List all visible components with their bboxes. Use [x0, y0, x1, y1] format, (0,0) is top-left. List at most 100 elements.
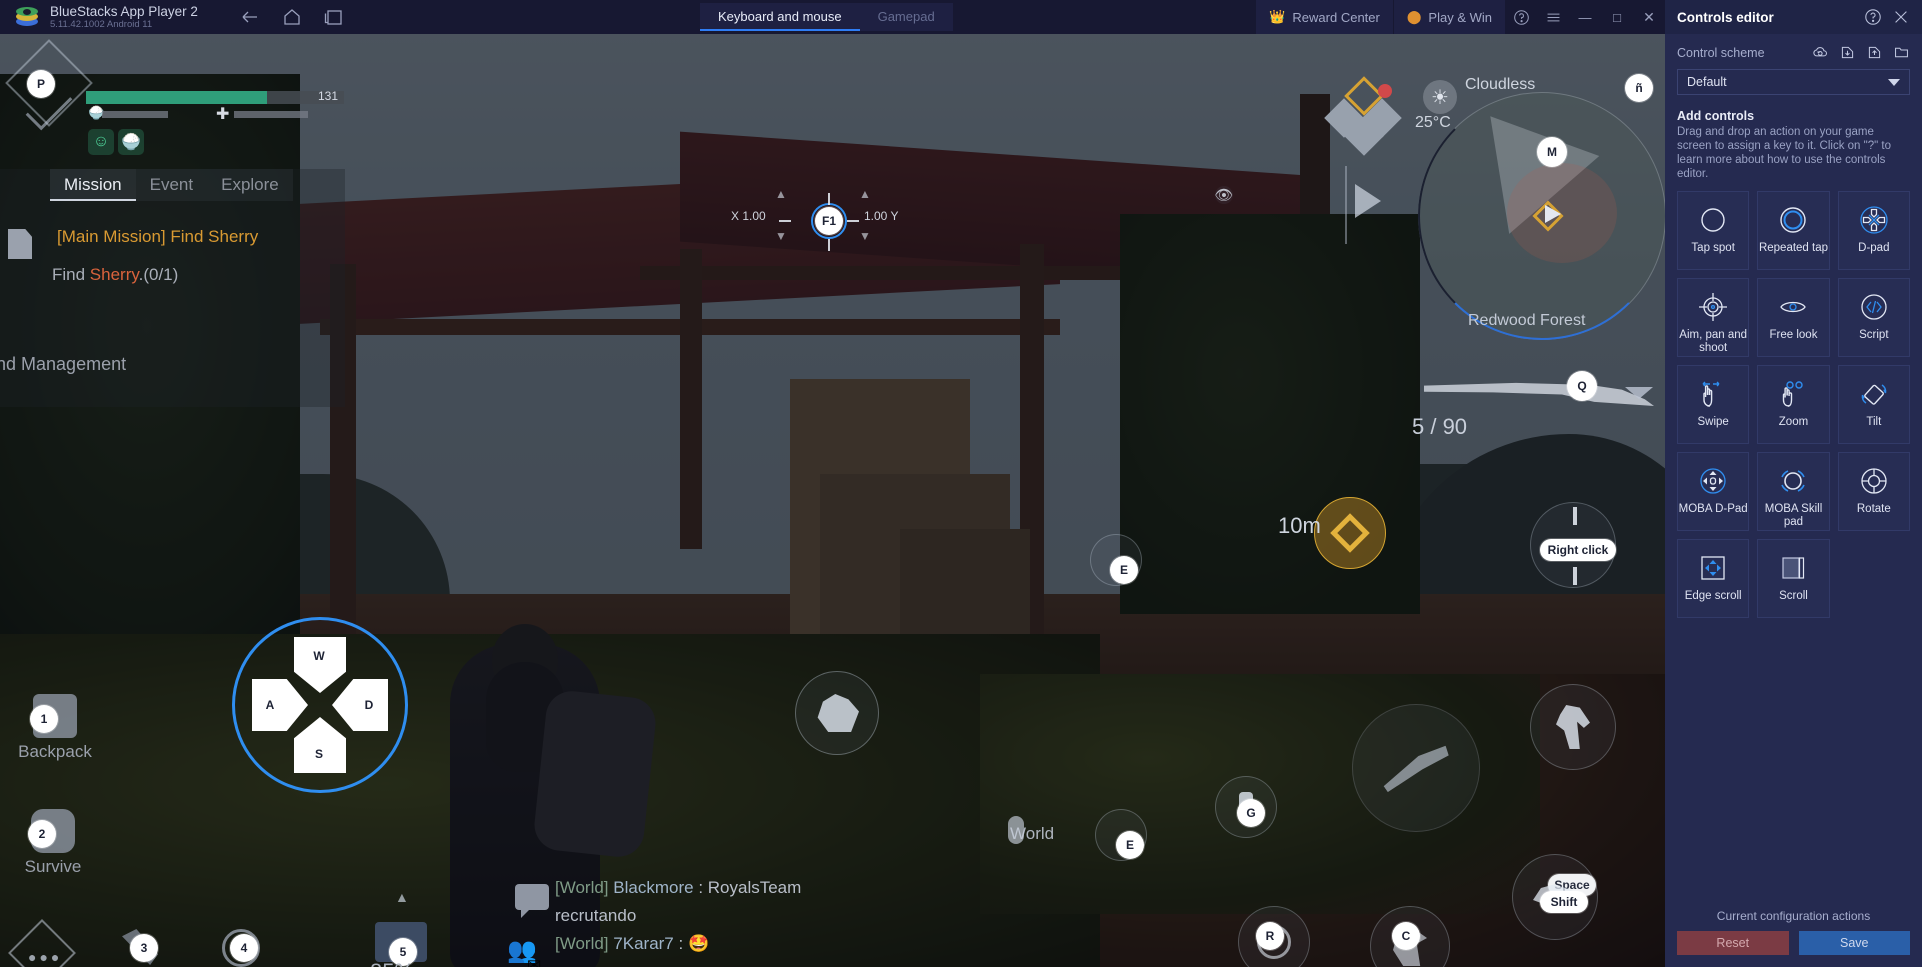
- control-edge-scroll[interactable]: Edge scroll: [1677, 539, 1750, 618]
- key-item-3[interactable]: 3: [130, 934, 158, 962]
- save-button[interactable]: Save: [1798, 931, 1910, 955]
- tab-keyboard-and-mouse[interactable]: Keyboard and mouse: [700, 3, 860, 31]
- aim-axis-widget[interactable]: F1 X 1.00 1.00 Y ▲ ▼ ▲ ▼: [731, 187, 907, 251]
- chevron-up-icon[interactable]: ▲: [775, 187, 787, 201]
- add-controls-title: Add controls: [1677, 109, 1755, 123]
- app-title: BlueStacks App Player 2: [50, 3, 198, 19]
- control-free-look[interactable]: Free look: [1757, 278, 1830, 357]
- key-f1[interactable]: F1: [815, 207, 843, 235]
- weapon-silhouette-icon: [1424, 382, 1654, 406]
- microphone-icon[interactable]: [1008, 816, 1024, 844]
- key-a[interactable]: A: [257, 692, 283, 718]
- control-scroll[interactable]: Scroll: [1757, 539, 1830, 618]
- rotate-icon: [1857, 464, 1891, 498]
- question-circle-icon[interactable]: [1505, 0, 1537, 34]
- key-reload[interactable]: R: [1256, 922, 1284, 950]
- d-pad-icon: [1857, 203, 1891, 237]
- title-bar: BlueStacks App Player 2 5.11.42.1002 And…: [0, 0, 1665, 34]
- region-label: Redwood Forest: [1468, 312, 1586, 329]
- minimize-button[interactable]: —: [1569, 0, 1601, 34]
- distance-label: 10m: [1278, 513, 1321, 538]
- control-swipe[interactable]: Swipe: [1677, 365, 1750, 444]
- sun-icon: ☀: [1423, 80, 1457, 114]
- control-zoom[interactable]: Zoom: [1757, 365, 1830, 444]
- key-weapon-switch[interactable]: Q: [1567, 371, 1597, 401]
- hamburger-menu-icon[interactable]: [1537, 0, 1569, 34]
- control-aim-pan-shoot[interactable]: Aim, pan and shoot: [1677, 278, 1750, 357]
- export-icon[interactable]: [1866, 44, 1883, 61]
- key-s[interactable]: S: [306, 741, 332, 767]
- folder-icon[interactable]: [1893, 44, 1910, 61]
- input-mode-tabs: Keyboard and mouse Gamepad: [700, 3, 953, 31]
- chevron-down-icon[interactable]: ▼: [775, 229, 787, 243]
- control-label: Free look: [1769, 329, 1818, 341]
- crown-icon: 👑: [1269, 9, 1286, 24]
- control-tap-spot[interactable]: Tap spot: [1677, 191, 1750, 270]
- control-repeated-tap[interactable]: Repeated tap: [1757, 191, 1830, 270]
- control-label: Repeated tap: [1758, 242, 1829, 254]
- weapon-dropdown-icon[interactable]: [1625, 387, 1653, 399]
- collapse-chevron-icon[interactable]: ▲: [395, 889, 409, 905]
- home-icon[interactable]: [282, 7, 302, 27]
- waypoint-marker[interactable]: [1314, 497, 1386, 569]
- tab-gamepad[interactable]: Gamepad: [860, 3, 953, 31]
- control-label: Script: [1859, 329, 1889, 341]
- close-icon[interactable]: [1892, 8, 1910, 26]
- key-map[interactable]: M: [1537, 137, 1567, 167]
- fire-button[interactable]: [795, 671, 879, 755]
- game-viewport[interactable]: P 131 🍚 ✚ ☺ 🍚 Mission Event Explore [Mai…: [0, 34, 1665, 967]
- key-w[interactable]: W: [306, 643, 332, 669]
- chat-bubble-icon[interactable]: [515, 884, 549, 918]
- item-survive-label: Survive: [24, 857, 82, 876]
- jump-button[interactable]: [1530, 684, 1616, 770]
- chat-overlay[interactable]: 👥 ✉ [World] Blackmore : RoyalsTeam recru…: [507, 874, 1075, 967]
- moba-skillpad-icon: [1776, 464, 1810, 498]
- key-inventory[interactable]: ñ: [1625, 74, 1653, 102]
- control-script[interactable]: Script: [1837, 278, 1910, 357]
- control-moba-dpad[interactable]: MOBA D-Pad: [1677, 452, 1750, 531]
- import-icon[interactable]: [1839, 44, 1856, 61]
- tab-event[interactable]: Event: [135, 169, 208, 201]
- key-grenade[interactable]: G: [1237, 799, 1265, 827]
- key-e-1[interactable]: E: [1110, 556, 1138, 584]
- wasd-dpad[interactable]: W S A D: [232, 617, 408, 793]
- key-right-click[interactable]: Right click: [1540, 539, 1616, 561]
- maximize-button[interactable]: □: [1601, 0, 1633, 34]
- key-item-2[interactable]: 2: [28, 820, 56, 848]
- health-bar: 131: [86, 89, 344, 104]
- control-tilt[interactable]: Tilt: [1837, 365, 1910, 444]
- cloud-sync-icon[interactable]: [1812, 44, 1829, 61]
- reset-button[interactable]: Reset: [1677, 931, 1789, 955]
- control-moba-skillpad[interactable]: MOBA Skill pad: [1757, 452, 1830, 531]
- key-player-menu[interactable]: P: [27, 70, 55, 98]
- key-item-1[interactable]: 1: [30, 705, 58, 733]
- chevron-down-icon-y[interactable]: ▼: [859, 229, 871, 243]
- tab-explore[interactable]: Explore: [207, 169, 293, 201]
- tab-mission[interactable]: Mission: [50, 169, 136, 201]
- key-d[interactable]: D: [356, 692, 382, 718]
- key-e-2[interactable]: E: [1116, 831, 1144, 859]
- close-button[interactable]: ✕: [1633, 0, 1665, 34]
- temperature-label: 25°C: [1415, 114, 1451, 131]
- tap-spot-icon: [1696, 203, 1730, 237]
- control-label: D-pad: [1858, 242, 1890, 254]
- expand-arrow-icon[interactable]: [1355, 184, 1381, 218]
- reward-center-button[interactable]: 👑 Reward Center: [1256, 0, 1393, 34]
- control-label: MOBA D-Pad: [1678, 503, 1748, 515]
- item-survive[interactable]: Survive: [8, 809, 98, 877]
- play-and-win-button[interactable]: ⬤ Play & Win: [1393, 0, 1505, 34]
- controls-grid: Tap spot Repeated tap D-pad Aim, pan and…: [1665, 181, 1922, 618]
- back-icon[interactable]: [240, 7, 260, 27]
- control-d-pad[interactable]: D-pad: [1837, 191, 1910, 270]
- mail-icon[interactable]: ✉: [527, 956, 541, 967]
- recents-icon[interactable]: [324, 7, 344, 27]
- item-backpack[interactable]: Backpack: [10, 694, 100, 762]
- key-crouch[interactable]: C: [1392, 922, 1420, 950]
- control-scheme-select[interactable]: Default: [1677, 69, 1910, 95]
- question-circle-icon[interactable]: [1864, 8, 1882, 26]
- chevron-up-icon-y[interactable]: ▲: [859, 187, 871, 201]
- key-item-4[interactable]: 4: [230, 934, 258, 962]
- melee-button[interactable]: [1352, 704, 1480, 832]
- key-shift[interactable]: Shift: [1540, 891, 1588, 913]
- control-rotate[interactable]: Rotate: [1837, 452, 1910, 531]
